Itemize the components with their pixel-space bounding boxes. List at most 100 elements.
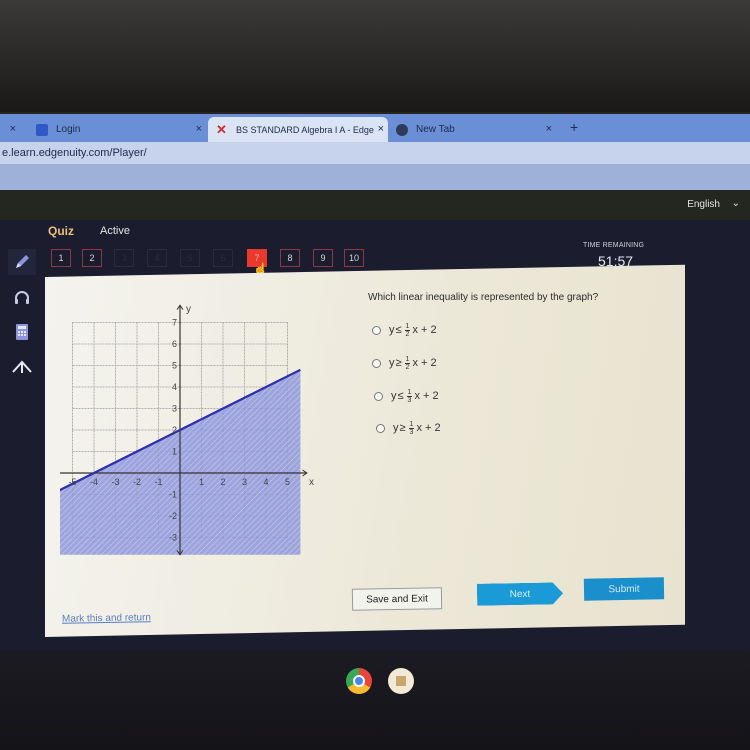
option-inequality-symbol: ≤ <box>395 324 402 336</box>
option-inequality-symbol: ≥ <box>399 422 406 434</box>
answer-option-3[interactable]: y ≤ 13 x + 2 <box>374 384 439 408</box>
x-tick-label: 5 <box>285 477 290 487</box>
close-tab-icon[interactable]: × <box>378 123 384 135</box>
calculator-icon <box>16 324 28 340</box>
tab-label: Login <box>56 124 81 135</box>
new-tab-button[interactable]: + <box>570 119 578 135</box>
question-number: 1 <box>58 253 64 263</box>
x-tick-label: -1 <box>154 477 162 487</box>
option-suffix: x + 2 <box>414 390 439 402</box>
x-tick-label: 2 <box>220 477 225 487</box>
answer-option-4[interactable]: y ≥ 13 x + 2 <box>376 416 441 440</box>
x-tick-label: 1 <box>199 477 204 487</box>
chevron-down-icon[interactable]: ⌄ <box>732 198 740 209</box>
files-app-icon[interactable] <box>388 668 414 694</box>
question-button-3[interactable]: 3 <box>114 249 134 267</box>
option-suffix: x + 2 <box>412 324 437 336</box>
y-tick-label: 5 <box>172 361 177 371</box>
question-number: 3 <box>121 253 127 263</box>
pencil-tool-button[interactable] <box>8 249 36 275</box>
login-favicon-icon <box>36 123 48 136</box>
y-axis-label: y <box>186 304 191 315</box>
question-button-4[interactable]: 4 <box>147 249 167 267</box>
x-tick-label: -2 <box>133 477 141 487</box>
option-variable: y <box>389 357 395 369</box>
fraction-numerator: 1 <box>404 355 411 364</box>
chrome-app-icon[interactable] <box>346 668 372 694</box>
quiz-label: Quiz <box>48 224 74 238</box>
x-tick-label: 3 <box>242 477 247 487</box>
fraction-denominator: 3 <box>409 428 414 436</box>
radio-button[interactable] <box>372 325 381 335</box>
browser-tab-new-tab[interactable]: New Tab × <box>388 117 558 142</box>
y-tick-label: 3 <box>172 404 177 414</box>
next-button[interactable]: Next <box>477 582 563 605</box>
browser-tab-bar: × Login × ✕ BS STANDARD Algebra I A - Ed… <box>0 114 750 142</box>
question-number: 9 <box>320 253 326 263</box>
question-button-8[interactable]: 8 <box>280 249 300 267</box>
question-button-5[interactable]: 5 <box>180 249 200 267</box>
option-inequality-symbol: ≤ <box>397 390 404 402</box>
fraction-denominator: 2 <box>405 363 410 371</box>
close-tab-icon[interactable]: × <box>546 123 552 135</box>
x-tick-label: -3 <box>111 477 119 487</box>
url-text[interactable]: e.learn.edgenuity.com/Player/ <box>2 147 147 159</box>
audio-tool-button[interactable] <box>8 285 36 311</box>
save-and-exit-button[interactable]: Save and Exit <box>351 587 443 611</box>
language-select[interactable]: English <box>687 199 720 210</box>
y-tick-label: 1 <box>172 447 177 457</box>
chrome-center <box>353 675 365 687</box>
option-fraction: 12 <box>404 323 411 338</box>
radio-button[interactable] <box>372 358 381 368</box>
option-fraction: 12 <box>404 355 411 371</box>
pencil-icon <box>16 255 29 268</box>
question-number: 2 <box>89 253 95 263</box>
question-number: 8 <box>287 253 293 263</box>
y-tick-label: 7 <box>172 318 177 328</box>
option-variable: y <box>391 390 397 402</box>
fraction-numerator: 1 <box>408 420 415 429</box>
quiz-status: Active <box>100 225 130 237</box>
question-number: 6 <box>220 253 226 263</box>
answer-option-2[interactable]: y ≥ 12 x + 2 <box>372 351 437 375</box>
question-button-6[interactable]: 6 <box>213 249 233 267</box>
question-button-1[interactable]: 1 <box>51 249 71 267</box>
y-tick-label: 2 <box>172 425 177 435</box>
browser-tab-partial[interactable]: × <box>0 117 22 142</box>
close-tab-icon[interactable]: × <box>10 123 16 135</box>
option-variable: y <box>393 422 399 434</box>
browser-tab-login[interactable]: Login × <box>28 117 208 142</box>
question-button-10[interactable]: 10 <box>344 249 364 267</box>
option-variable: y <box>389 324 395 336</box>
x-axis-label: x <box>309 477 314 488</box>
address-bar[interactable]: e.learn.edgenuity.com/Player/ <box>0 142 750 164</box>
mark-and-return-link[interactable]: Mark this and return <box>62 612 151 625</box>
files-glyph <box>396 676 406 686</box>
option-inequality-symbol: ≥ <box>395 357 402 369</box>
inequality-graph: -5 -4 -3 -2 -1 1 2 3 4 5 -3 -2 -1 1 2 3 4 5 6 7 x y <box>60 304 314 556</box>
collapse-tool-button[interactable] <box>8 353 36 379</box>
x-tick-label: -4 <box>90 477 98 487</box>
option-suffix: x + 2 <box>412 357 437 369</box>
y-tick-label: 4 <box>172 382 177 392</box>
question-number: 4 <box>154 253 160 263</box>
radio-button[interactable] <box>376 423 385 433</box>
option-fraction: 13 <box>406 389 413 404</box>
close-tab-icon[interactable]: × <box>196 123 202 135</box>
chrome-favicon-icon <box>396 123 408 136</box>
submit-button[interactable]: Submit <box>583 577 665 601</box>
question-number: 10 <box>348 253 359 263</box>
y-tick-label: -1 <box>169 490 177 500</box>
option-fraction: 13 <box>408 420 415 436</box>
radio-button[interactable] <box>374 391 383 401</box>
x-tick-label: 4 <box>263 477 268 487</box>
question-button-2[interactable]: 2 <box>82 249 102 267</box>
fraction-denominator: 3 <box>407 396 412 404</box>
answer-option-1[interactable]: y ≤ 12 x + 2 <box>372 318 437 342</box>
collapse-icon <box>12 360 32 373</box>
browser-tab-algebra[interactable]: ✕ BS STANDARD Algebra I A - Edge × <box>208 117 388 142</box>
monitor-bezel <box>0 0 750 112</box>
tool-sidebar <box>0 245 44 385</box>
question-button-9[interactable]: 9 <box>313 249 333 267</box>
calculator-tool-button[interactable] <box>8 319 36 345</box>
